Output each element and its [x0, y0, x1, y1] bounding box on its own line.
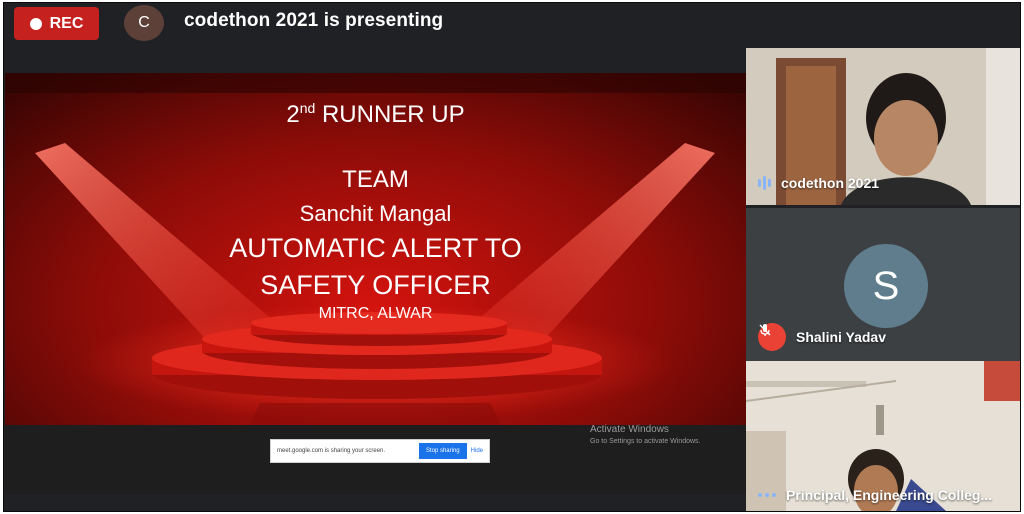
watermark-title: Activate Windows	[590, 424, 669, 435]
team-label: TEAM	[342, 166, 409, 193]
presenter-avatar: C	[124, 5, 164, 41]
speaking-indicator-icon	[758, 176, 771, 190]
activate-windows-watermark: Activate Windows Go to Settings to activ…	[590, 424, 701, 448]
mic-off-icon	[758, 323, 786, 351]
participant-label: Principal, Engineering Colleg...	[758, 487, 992, 503]
award-rank-suffix: nd	[299, 100, 316, 116]
participant-tile-shalini[interactable]: S Shalini Yadav	[746, 208, 1020, 361]
award-rank-number: 2	[286, 101, 300, 128]
rec-label: REC	[49, 14, 84, 32]
project-title-line2: SAFETY OFFICER	[260, 270, 491, 300]
meet-window: REC C codethon 2021 is presenting 2nd RU…	[3, 2, 1021, 512]
record-dot-icon	[29, 17, 42, 30]
presentation-area: 2nd RUNNER UP TEAM Sanchit Mangal AUTOMA…	[5, 73, 746, 493]
team-name: Sanchit Mangal	[299, 201, 452, 226]
participant-tile-codethon[interactable]: codethon 2021	[746, 48, 1020, 205]
recording-badge: REC	[14, 7, 99, 40]
participant-tile-principal[interactable]: Principal, Engineering Colleg...	[746, 361, 1020, 511]
share-message: meet.google.com is sharing your screen.	[277, 448, 386, 454]
institution-name: MITRC, ALWAR	[318, 305, 433, 322]
award-rank-text: RUNNER UP	[315, 101, 465, 128]
project-title-line1: AUTOMATIC ALERT TO	[229, 233, 522, 263]
participant-name: Shalini Yadav	[796, 329, 887, 345]
award-rank: 2nd RUNNER UP	[5, 101, 746, 129]
more-dots-icon	[758, 493, 776, 497]
screen-share-bar: meet.google.com is sharing your screen. …	[270, 439, 490, 463]
participant-label: Shalini Yadav	[758, 323, 886, 351]
participant-label: codethon 2021	[758, 175, 879, 191]
stop-sharing-button[interactable]: Stop sharing	[418, 443, 467, 459]
participant-name: Principal, Engineering Colleg...	[786, 487, 993, 503]
participant-name: codethon 2021	[781, 175, 880, 191]
hide-link[interactable]: Hide	[471, 448, 483, 454]
watermark-subtitle: Go to Settings to activate Windows.	[590, 438, 701, 445]
participant-avatar: S	[844, 244, 928, 328]
presenting-title: codethon 2021 is presenting	[184, 10, 444, 31]
